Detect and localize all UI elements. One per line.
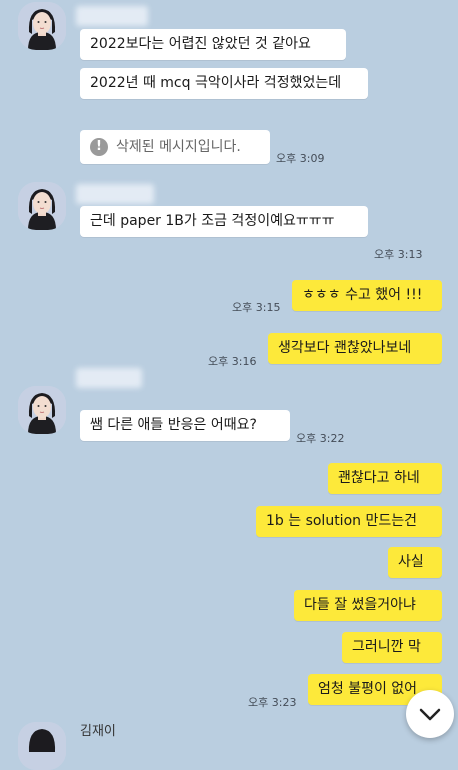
sender-name: 김재이 (80, 724, 116, 739)
timestamp: 오후 3:23 (248, 696, 297, 709)
message-bubble[interactable]: 사실 (388, 547, 442, 578)
avatar[interactable] (18, 2, 66, 50)
sender-name (76, 368, 142, 388)
message-bubble[interactable]: 그러니깐 막 (342, 632, 442, 663)
message-bubble[interactable]: 쌤 다른 애들 반응은 어때요? (80, 410, 290, 441)
profile-photo (18, 386, 66, 434)
message-bubble[interactable]: 근데 paper 1B가 조금 걱정이예요ㅠㅠㅠ (80, 206, 368, 237)
timestamp: 오후 3:15 (232, 301, 281, 314)
timestamp: 오후 3:09 (276, 152, 325, 165)
message-bubble[interactable]: 생각보다 괜찮았나보네 (268, 333, 442, 364)
deleted-message-text: 삭제된 메시지입니다. (116, 138, 241, 155)
sender-name (76, 6, 148, 26)
warning-circle-icon: ! (90, 138, 108, 156)
timestamp: 오후 3:13 (374, 248, 423, 261)
profile-photo (18, 722, 66, 770)
timestamp: 오후 3:22 (296, 432, 345, 445)
avatar[interactable] (18, 386, 66, 434)
profile-photo (18, 182, 66, 230)
message-bubble[interactable]: 2022년 때 mcq 극악이사라 걱정했었는데 (80, 68, 368, 99)
message-bubble[interactable]: 2022보다는 어렵진 않았던 것 같아요 (80, 29, 346, 60)
message-bubble[interactable]: 괜찮다고 하네 (328, 463, 442, 494)
profile-photo (18, 2, 66, 50)
timestamp: 오후 3:16 (208, 355, 257, 368)
sender-name (76, 184, 154, 204)
message-bubble[interactable]: 다들 잘 썼을거아냐 (294, 590, 442, 621)
avatar[interactable] (18, 722, 66, 770)
avatar[interactable] (18, 182, 66, 230)
message-bubble[interactable]: 1b 는 solution 만드는건 (256, 506, 442, 537)
deleted-message-bubble[interactable]: ! 삭제된 메시지입니다. (80, 130, 270, 164)
message-bubble[interactable]: ㅎㅎㅎ 수고 했어 !!! (292, 280, 442, 311)
